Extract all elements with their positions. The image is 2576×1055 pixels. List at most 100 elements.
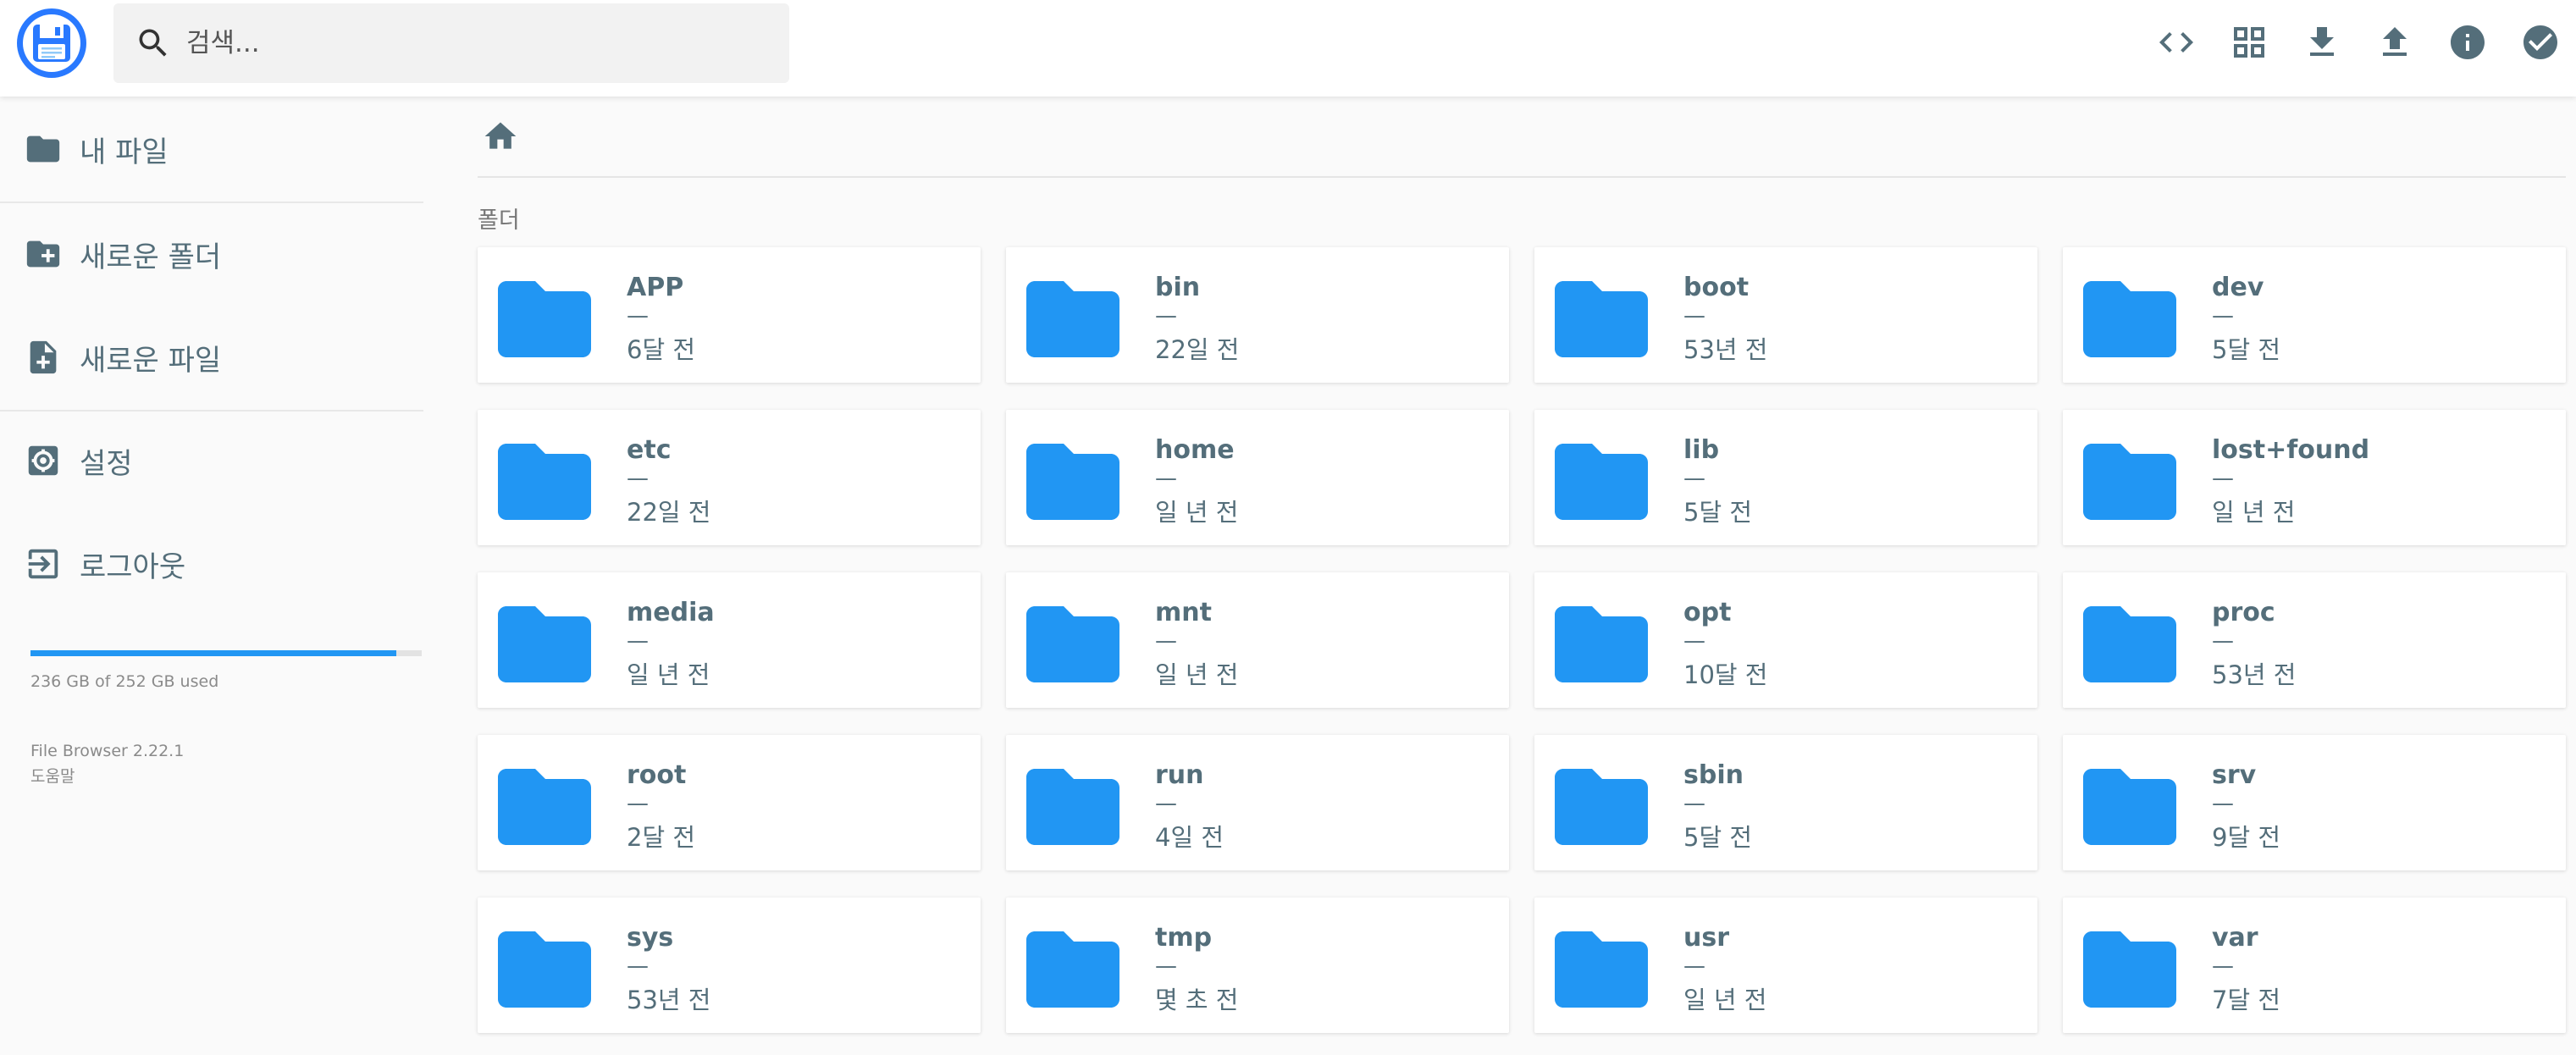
- section-title-folders: 폴더: [478, 207, 520, 234]
- folder-icon: [1555, 273, 1648, 357]
- sidebar-item-new-folder[interactable]: 새로운 폴더: [0, 212, 423, 296]
- sidebar-item-logout[interactable]: 로그아웃: [0, 522, 423, 606]
- folder-icon: [498, 598, 591, 682]
- folder-item[interactable]: dev — 5달 전: [2063, 247, 2566, 383]
- grid-icon: [2234, 27, 2264, 58]
- folder-item[interactable]: APP — 6달 전: [478, 247, 981, 383]
- sidebar: 내 파일 새로운 폴더 새로운 파일 설정 로그아웃 236 GB of 252…: [0, 97, 423, 1055]
- exit-icon: [24, 544, 63, 583]
- app-logo[interactable]: [17, 8, 86, 78]
- folder-item[interactable]: sbin — 5달 전: [1534, 735, 2037, 870]
- download-icon: [2310, 27, 2334, 56]
- folder-modified: 22일 전: [627, 498, 711, 527]
- folder-modified: 22일 전: [1155, 335, 1240, 364]
- sidebar-item-my-files[interactable]: 내 파일: [0, 107, 423, 191]
- sidebar-divider: [0, 202, 423, 203]
- folder-icon: [2083, 760, 2176, 845]
- folder-icon: [498, 273, 591, 357]
- search-icon: [134, 24, 173, 63]
- download-button[interactable]: [2302, 22, 2342, 63]
- folder-modified: 일 년 전: [1683, 986, 1767, 1014]
- folder-name: boot: [1683, 273, 1750, 302]
- folder-modified: 53년 전: [1683, 335, 1768, 364]
- sidebar-item-label: 설정: [80, 446, 133, 481]
- folder-modified: 53년 전: [2212, 660, 2297, 689]
- folder-size: —: [2212, 466, 2234, 491]
- storage-usage-text: 236 GB of 252 GB used: [30, 672, 219, 691]
- folder-icon: [1555, 435, 1648, 520]
- folder-item[interactable]: bin — 22일 전: [1006, 247, 1509, 383]
- sidebar-item-settings[interactable]: 설정: [0, 418, 423, 503]
- folder-modified: 일 년 전: [627, 660, 710, 689]
- folder-name: home: [1155, 435, 1235, 465]
- search-input[interactable]: [186, 18, 762, 69]
- folder-icon: [1026, 923, 1119, 1008]
- code-icon-button[interactable]: [2156, 22, 2197, 63]
- folder-item[interactable]: etc — 22일 전: [478, 410, 981, 545]
- folder-item[interactable]: boot — 53년 전: [1534, 247, 2037, 383]
- select-button[interactable]: [2520, 22, 2561, 63]
- folder-item[interactable]: srv — 9달 전: [2063, 735, 2566, 870]
- folder-name: etc: [627, 435, 672, 465]
- floppy-disk-icon: [33, 25, 70, 62]
- folder-size: —: [2212, 303, 2234, 329]
- breadcrumb-home[interactable]: [478, 117, 523, 156]
- folder-icon: [2083, 273, 2176, 357]
- folder-name: APP: [627, 273, 684, 302]
- folder-name: srv: [2212, 760, 2257, 790]
- help-link[interactable]: 도움말: [30, 764, 75, 787]
- folder-modified: 5달 전: [1683, 498, 1753, 527]
- folder-modified: 6달 전: [627, 335, 696, 364]
- folder-item[interactable]: home — 일 년 전: [1006, 410, 1509, 545]
- create-new-folder-icon: [24, 235, 63, 273]
- breadcrumb-divider: [478, 176, 2566, 178]
- folder-item[interactable]: usr — 일 년 전: [1534, 898, 2037, 1033]
- folder-name: dev: [2212, 273, 2264, 302]
- folder-size: —: [1683, 466, 1705, 491]
- folder-icon: [2083, 435, 2176, 520]
- folder-size: —: [1683, 303, 1705, 329]
- folder-size: —: [627, 466, 649, 491]
- upload-icon: [2383, 27, 2407, 56]
- top-bar: [0, 0, 2576, 97]
- folder-item[interactable]: mnt — 일 년 전: [1006, 572, 1509, 708]
- folder-modified: 일 년 전: [2212, 498, 2296, 527]
- folder-icon: [24, 130, 63, 168]
- folder-name: tmp: [1155, 923, 1213, 953]
- search-box[interactable]: [113, 3, 789, 83]
- folder-icon: [1026, 760, 1119, 845]
- folder-item[interactable]: root — 2달 전: [478, 735, 981, 870]
- folder-item[interactable]: media — 일 년 전: [478, 572, 981, 708]
- folder-size: —: [627, 303, 649, 329]
- folder-size: —: [627, 953, 649, 979]
- sidebar-item-label: 로그아웃: [80, 550, 186, 584]
- note-add-icon: [24, 338, 63, 377]
- folder-name: lib: [1683, 435, 1720, 465]
- folder-item[interactable]: tmp — 몇 초 전: [1006, 898, 1509, 1033]
- folder-item[interactable]: var — 7달 전: [2063, 898, 2566, 1033]
- folder-name: usr: [1683, 923, 1730, 953]
- folder-size: —: [2212, 791, 2234, 816]
- folder-icon: [498, 760, 591, 845]
- folder-size: —: [1155, 628, 1177, 654]
- folder-item[interactable]: sys — 53년 전: [478, 898, 981, 1033]
- folder-modified: 4일 전: [1155, 823, 1224, 852]
- folder-size: —: [1155, 791, 1177, 816]
- folder-item[interactable]: run — 4일 전: [1006, 735, 1509, 870]
- folder-icon: [1026, 598, 1119, 682]
- folder-icon: [1026, 435, 1119, 520]
- folder-size: —: [1155, 466, 1177, 491]
- folder-item[interactable]: lost+found — 일 년 전: [2063, 410, 2566, 545]
- folder-item[interactable]: proc — 53년 전: [2063, 572, 2566, 708]
- grid-view-button[interactable]: [2229, 22, 2269, 63]
- sidebar-item-new-file[interactable]: 새로운 파일: [0, 315, 423, 400]
- folder-name: sbin: [1683, 760, 1744, 790]
- upload-button[interactable]: [2374, 22, 2415, 63]
- info-button[interactable]: [2447, 22, 2488, 63]
- folder-modified: 5달 전: [1683, 823, 1753, 852]
- folder-item[interactable]: opt — 10달 전: [1534, 572, 2037, 708]
- info-icon: [2451, 25, 2485, 59]
- folder-item[interactable]: lib — 5달 전: [1534, 410, 2037, 545]
- folder-icon: [2083, 923, 2176, 1008]
- check-circle-icon: [2523, 25, 2557, 59]
